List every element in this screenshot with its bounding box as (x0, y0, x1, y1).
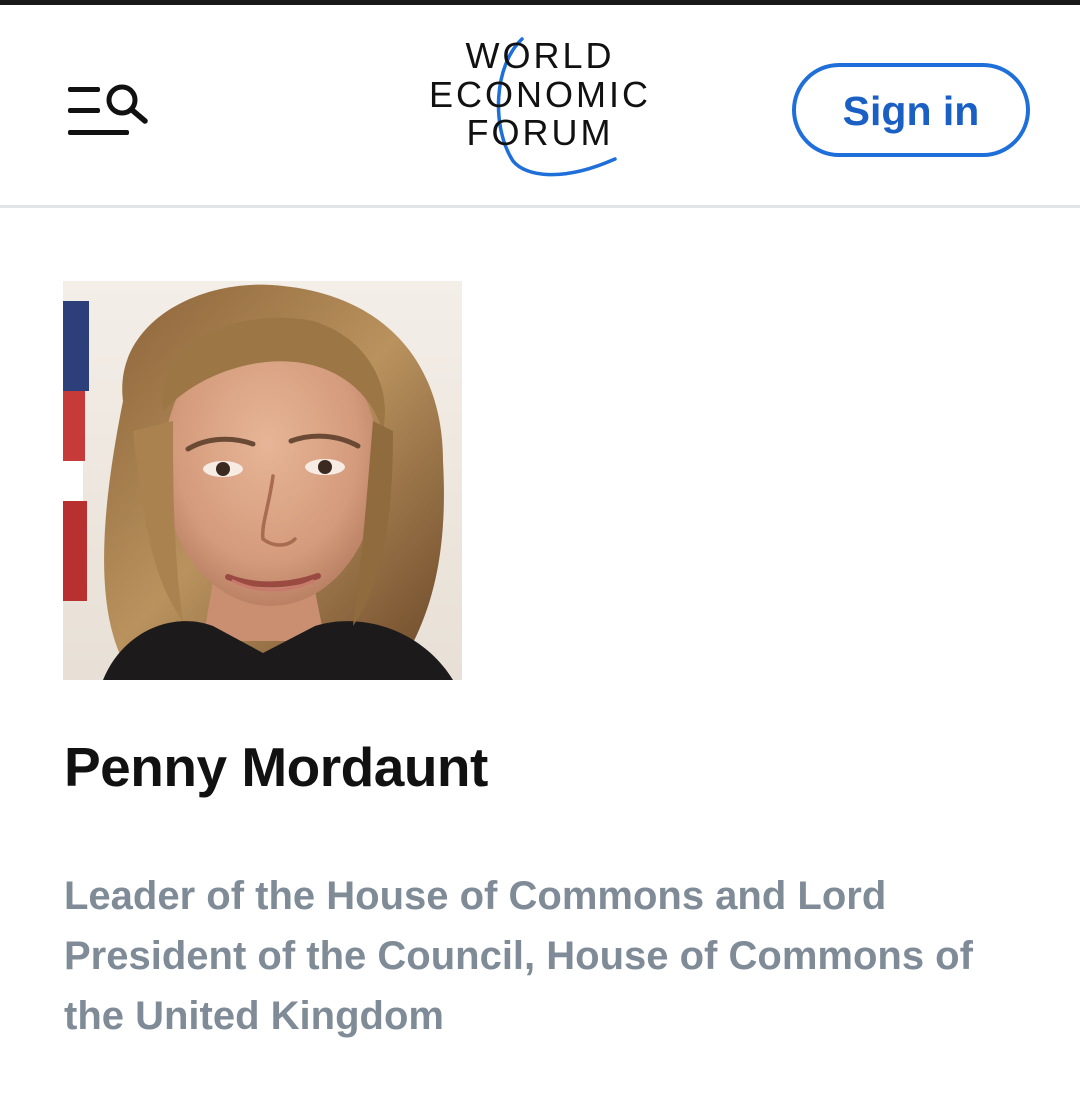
site-header: WORLD ECONOMIC FORUM Sign in (0, 5, 1080, 205)
sign-in-button[interactable]: Sign in (792, 63, 1030, 157)
search-icon (106, 84, 148, 124)
menu-search-button[interactable] (60, 73, 156, 149)
profile-photo (63, 281, 462, 680)
logo-line-1: WORLD (466, 35, 615, 76)
header-divider (0, 205, 1080, 208)
person-role: Leader of the House of Commons and Lord … (64, 874, 973, 1038)
menu-search-icon (68, 84, 148, 135)
logo-line-2: ECONOMIC (429, 74, 651, 115)
profile-photo-image (63, 281, 462, 680)
wef-logo-mark: WORLD ECONOMIC FORUM (429, 35, 651, 177)
person-name: Penny Mordaunt (64, 736, 488, 798)
wef-logo[interactable]: WORLD ECONOMIC FORUM (405, 35, 675, 187)
logo-line-3: FORUM (467, 112, 614, 153)
